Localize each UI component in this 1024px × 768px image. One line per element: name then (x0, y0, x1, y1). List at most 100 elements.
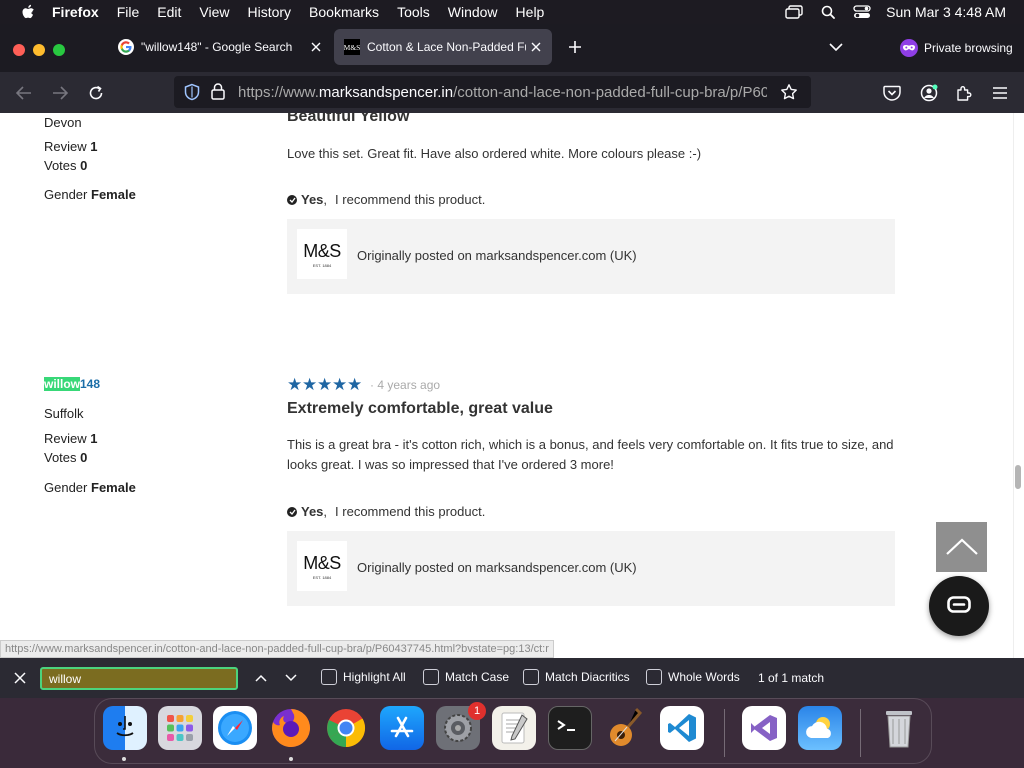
system-settings-gear-icon[interactable]: 1 (436, 702, 486, 750)
menu-history[interactable]: History (247, 4, 291, 20)
find-previous-chevron-up-icon[interactable] (251, 668, 271, 688)
lock-icon[interactable] (211, 83, 227, 101)
menu-edit[interactable]: Edit (157, 4, 181, 20)
safari-icon[interactable] (213, 706, 257, 750)
chrome-icon[interactable] (324, 706, 368, 750)
menu-file[interactable]: File (117, 4, 140, 20)
apple-icon[interactable] (18, 0, 38, 24)
menu-bookmarks[interactable]: Bookmarks (309, 4, 379, 20)
review-body: This is a great bra - it's cotton rich, … (287, 437, 894, 472)
check-circle-icon (287, 506, 297, 517)
screen-mirroring-icon[interactable] (784, 0, 804, 24)
page-scrollbar-thumb[interactable] (1015, 465, 1021, 489)
reload-icon[interactable] (84, 81, 108, 105)
account-avatar-icon[interactable] (917, 81, 941, 105)
url-text[interactable]: https://www.marksandspencer.in/cotton-an… (238, 84, 786, 101)
textedit-icon[interactable] (492, 706, 536, 750)
extensions-puzzle-icon[interactable] (952, 81, 976, 105)
back-to-top-chevron-icon[interactable] (936, 522, 987, 572)
terminal-icon[interactable] (548, 706, 592, 750)
checkbox-box[interactable] (646, 669, 662, 685)
pocket-icon[interactable] (880, 81, 904, 105)
private-browsing-indicator: Private browsing (900, 38, 1013, 58)
recommend-line: Yes, I recommend this product. (287, 192, 485, 207)
review-count-value: 1 (90, 139, 98, 154)
url-bar[interactable]: https://www.marksandspencer.in/cotton-an… (174, 76, 811, 108)
checkbox-box[interactable] (321, 669, 337, 685)
match-case-label: Match Case (445, 670, 510, 684)
url-path: /cotton-and-lace-non-padded-full-cup-bra… (453, 84, 786, 101)
back-arrow-icon[interactable] (12, 81, 36, 105)
reviewer-location: Suffolk (44, 406, 84, 421)
gender-value: Female (91, 480, 136, 495)
menu-tools[interactable]: Tools (397, 4, 430, 20)
tab-title: Cotton & Lace Non-Padded Full (367, 40, 526, 54)
checkbox-box[interactable] (423, 669, 439, 685)
review-source-box: M&S EST. 1884 Originally posted on marks… (287, 219, 895, 294)
launchpad-icon[interactable] (158, 706, 202, 750)
new-tab-plus-icon[interactable] (564, 36, 586, 58)
close-findbar-icon[interactable] (10, 668, 30, 688)
chat-bubble-icon[interactable] (929, 576, 989, 636)
private-browsing-mask-icon (900, 39, 918, 57)
close-tab-icon[interactable] (306, 37, 326, 57)
spotlight-search-icon[interactable] (818, 0, 838, 24)
finder-icon[interactable] (103, 706, 147, 750)
whole-words-checkbox[interactable]: Whole Words (646, 669, 740, 685)
app-store-icon[interactable] (380, 706, 424, 750)
ms-favicon-icon: M&S (344, 39, 360, 55)
ms-logo-est: EST. 1884 (312, 262, 332, 268)
highlight-all-checkbox[interactable]: Highlight All (321, 669, 406, 685)
star-icon: ★ (317, 375, 333, 394)
reviewer-gender: Gender Female (44, 187, 136, 202)
menubar-clock[interactable]: Sun Mar 3 4:48 AM (886, 4, 1006, 20)
trash-icon[interactable] (877, 706, 921, 750)
running-indicator (289, 757, 293, 761)
tab-marks-and-spencer[interactable]: M&S Cotton & Lace Non-Padded Full (334, 29, 552, 65)
match-case-checkbox[interactable]: Match Case (423, 669, 509, 685)
control-center-icon[interactable] (852, 0, 872, 24)
checkbox-box[interactable] (523, 669, 539, 685)
recommend-line: Yes, I recommend this product. (287, 504, 485, 519)
dock-separator (724, 709, 725, 757)
review-count-value: 1 (90, 431, 98, 446)
macos-menu-bar: Firefox File Edit View History Bookmarks… (0, 0, 1024, 24)
page-scrollbar-track[interactable] (1013, 113, 1024, 658)
firefox-icon[interactable] (269, 706, 313, 750)
match-diacritics-label: Match Diacritics (545, 670, 630, 684)
window-close-button[interactable] (13, 44, 25, 56)
vscode-icon[interactable] (660, 706, 704, 750)
whole-words-label: Whole Words (668, 670, 740, 684)
reviewer-review-count: Review 1 (44, 431, 97, 446)
ms-logo-text: M&S (303, 552, 341, 573)
recommend-yes: Yes (301, 504, 324, 519)
svg-text:M&S: M&S (344, 43, 360, 52)
menu-help[interactable]: Help (516, 4, 545, 20)
private-browsing-label: Private browsing (924, 41, 1013, 55)
tab-google-search[interactable]: "willow148" - Google Search (108, 29, 332, 65)
close-tab-icon[interactable] (526, 37, 546, 57)
reviewer-name-link[interactable]: willow148 (44, 377, 100, 391)
menu-window[interactable]: Window (448, 4, 498, 20)
bookmark-star-icon[interactable] (767, 76, 811, 108)
visual-studio-icon[interactable] (742, 706, 786, 750)
tracking-protection-shield-icon[interactable] (183, 83, 201, 101)
garageband-guitar-icon[interactable] (604, 706, 648, 750)
navigation-toolbar: https://www.marksandspencer.in/cotton-an… (0, 72, 1024, 113)
dock-separator (860, 709, 861, 757)
notification-badge: 1 (468, 702, 486, 720)
forward-arrow-icon[interactable] (48, 81, 72, 105)
ms-logo: M&S EST. 1884 (297, 229, 347, 279)
match-diacritics-checkbox[interactable]: Match Diacritics (523, 669, 630, 685)
hamburger-menu-icon[interactable] (988, 81, 1012, 105)
find-next-chevron-down-icon[interactable] (281, 668, 301, 688)
review-body: Love this set. Great fit. Have also orde… (287, 146, 702, 161)
menu-app-name[interactable]: Firefox (52, 4, 99, 20)
window-minimize-button[interactable] (33, 44, 45, 56)
find-input[interactable] (40, 667, 238, 690)
window-zoom-button[interactable] (53, 44, 65, 56)
reviewer-review-count: Review 1 (44, 139, 97, 154)
weather-icon[interactable] (798, 706, 842, 750)
list-all-tabs-chevron-icon[interactable] (826, 36, 846, 58)
menu-view[interactable]: View (199, 4, 229, 20)
